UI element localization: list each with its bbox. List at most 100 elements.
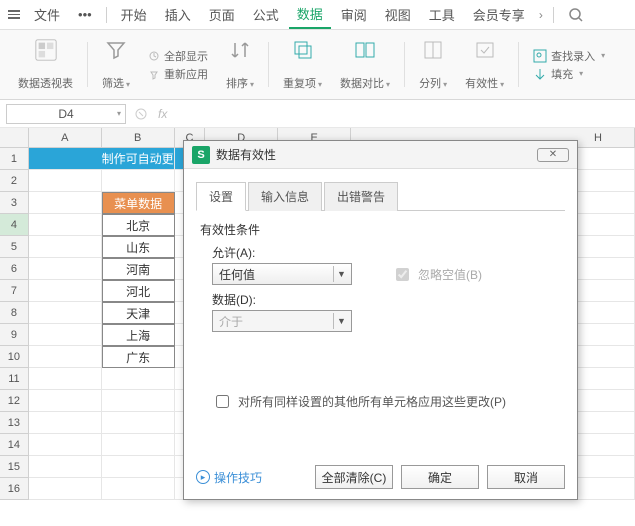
cell[interactable] — [29, 214, 102, 236]
menu-more[interactable]: ••• — [70, 3, 100, 26]
cell[interactable] — [102, 434, 175, 456]
ribbon-sort[interactable]: 排序▾ — [218, 36, 262, 93]
dialog-title: 数据有效性 — [216, 146, 276, 163]
row-header[interactable]: 15 — [0, 456, 29, 478]
app-logo-icon: S — [192, 146, 210, 164]
ok-button[interactable]: 确定 — [401, 465, 479, 489]
cell[interactable]: 制作可自动更 — [29, 148, 175, 170]
menu-tab-0[interactable]: 开始 — [113, 1, 155, 28]
row-header[interactable]: 16 — [0, 478, 29, 500]
pivot-icon — [34, 38, 58, 62]
cell[interactable]: 北京 — [102, 214, 175, 236]
reapply-button[interactable]: 重新应用 — [148, 66, 208, 82]
menu-tab-7[interactable]: 工具 — [421, 1, 463, 28]
row-header[interactable]: 4 — [0, 214, 29, 236]
ignore-blank-checkbox[interactable]: 忽略空值(B) — [392, 265, 482, 284]
dialog-titlebar[interactable]: S 数据有效性 ✕ — [184, 141, 577, 169]
row-header[interactable]: 6 — [0, 258, 29, 280]
row-header[interactable]: 9 — [0, 324, 29, 346]
row-header[interactable]: 8 — [0, 302, 29, 324]
apply-others-checkbox[interactable]: 对所有同样设置的其他所有单元格应用这些更改(P) — [212, 392, 561, 411]
cell[interactable] — [29, 302, 102, 324]
cell[interactable]: 河南 — [102, 258, 175, 280]
cell[interactable] — [102, 478, 175, 500]
ribbon-tools: 查找录入▾ 填充▾ — [525, 36, 613, 93]
cell[interactable] — [29, 434, 102, 456]
close-button[interactable]: ✕ — [537, 148, 569, 162]
play-icon: ▸ — [196, 470, 210, 484]
cell[interactable] — [29, 412, 102, 434]
row-header[interactable]: 12 — [0, 390, 29, 412]
cell[interactable]: 天津 — [102, 302, 175, 324]
cell[interactable] — [29, 368, 102, 390]
col-header[interactable]: A — [29, 128, 102, 148]
menu-tab-4[interactable]: 数据 — [289, 0, 331, 29]
chevron-down-icon: ▼ — [333, 313, 349, 329]
separator — [268, 42, 269, 87]
cancel-button[interactable]: 取消 — [487, 465, 565, 489]
cell[interactable] — [29, 170, 102, 192]
cell[interactable] — [29, 236, 102, 258]
cell[interactable] — [29, 346, 102, 368]
fx-icon[interactable]: fx — [158, 107, 167, 121]
tab-error-alert[interactable]: 出错警告 — [324, 182, 398, 211]
cancel-icon[interactable] — [134, 107, 148, 121]
compare-icon — [353, 38, 377, 62]
cell[interactable]: 菜单数据 — [102, 192, 175, 214]
ribbon-duplicate[interactable]: 重复项▾ — [275, 36, 330, 93]
cell[interactable] — [29, 324, 102, 346]
allow-combo[interactable]: 任何值▼ — [212, 263, 352, 285]
cell[interactable]: 河北 — [102, 280, 175, 302]
menu-file[interactable]: 文件 — [26, 1, 68, 28]
separator — [518, 42, 519, 87]
menu-tab-6[interactable]: 视图 — [377, 1, 419, 28]
find-import-button[interactable]: 查找录入▾ — [533, 48, 605, 64]
row-header[interactable]: 5 — [0, 236, 29, 258]
row-header[interactable]: 3 — [0, 192, 29, 214]
cell[interactable] — [102, 390, 175, 412]
row-header[interactable]: 2 — [0, 170, 29, 192]
menu-tab-2[interactable]: 页面 — [201, 1, 243, 28]
menu-tab-1[interactable]: 插入 — [157, 1, 199, 28]
col-header[interactable]: B — [102, 128, 175, 148]
cell[interactable] — [102, 170, 175, 192]
cell[interactable] — [29, 390, 102, 412]
cell[interactable]: 山东 — [102, 236, 175, 258]
menu-tab-5[interactable]: 审阅 — [333, 1, 375, 28]
select-all-corner[interactable] — [0, 128, 29, 148]
show-all-button[interactable]: 全部显示 — [148, 48, 208, 64]
row-header[interactable]: 14 — [0, 434, 29, 456]
clear-all-button[interactable]: 全部清除(C) — [315, 465, 393, 489]
cell[interactable] — [102, 412, 175, 434]
cell[interactable] — [29, 258, 102, 280]
chevron-right-icon[interactable]: › — [535, 4, 547, 26]
cell[interactable]: 广东 — [102, 346, 175, 368]
ribbon: 数据透视表 筛选▾ 全部显示 重新应用 排序▾ 重复项▾ 数据对比▾ 分列▾ 有… — [0, 30, 635, 100]
ribbon-compare[interactable]: 数据对比▾ — [332, 36, 398, 93]
row-header[interactable]: 1 — [0, 148, 29, 170]
row-header[interactable]: 7 — [0, 280, 29, 302]
tab-settings[interactable]: 设置 — [196, 182, 246, 211]
cell[interactable] — [29, 456, 102, 478]
cell[interactable] — [29, 280, 102, 302]
row-header[interactable]: 13 — [0, 412, 29, 434]
row-header[interactable]: 11 — [0, 368, 29, 390]
menu-tab-8[interactable]: 会员专享 — [465, 1, 533, 28]
tips-link[interactable]: ▸操作技巧 — [196, 469, 262, 486]
ribbon-validity[interactable]: 有效性▾ — [457, 36, 512, 93]
fill-button[interactable]: 填充▾ — [533, 66, 583, 82]
cell[interactable] — [29, 192, 102, 214]
menu-tab-3[interactable]: 公式 — [245, 1, 287, 28]
cell[interactable] — [29, 478, 102, 500]
menu-icon[interactable] — [4, 6, 24, 23]
cell[interactable] — [102, 368, 175, 390]
name-box[interactable]: D4▾ — [6, 104, 126, 124]
ribbon-split[interactable]: 分列▾ — [411, 36, 455, 93]
cell[interactable] — [102, 456, 175, 478]
tab-input-message[interactable]: 输入信息 — [248, 182, 322, 211]
search-icon[interactable] — [560, 3, 592, 27]
row-header[interactable]: 10 — [0, 346, 29, 368]
cell[interactable]: 上海 — [102, 324, 175, 346]
ribbon-filter[interactable]: 筛选▾ — [94, 36, 138, 93]
ribbon-pivot[interactable]: 数据透视表 — [10, 36, 81, 93]
